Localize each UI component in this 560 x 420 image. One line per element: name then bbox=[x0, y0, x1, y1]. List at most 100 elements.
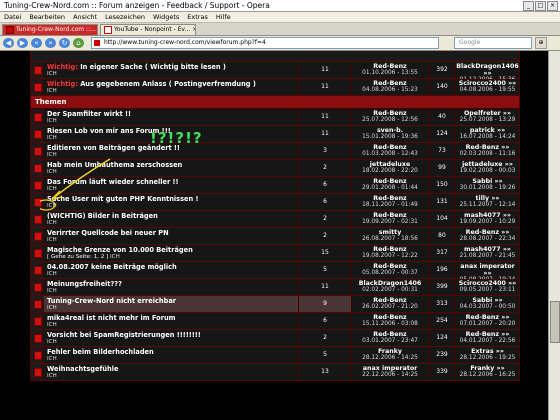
maximize-button[interactable]: □ bbox=[535, 1, 546, 11]
menu-hilfe[interactable]: Hilfe bbox=[216, 12, 231, 22]
topic-author[interactable]: ICH bbox=[47, 288, 57, 294]
topic-title-link[interactable]: Magische Grenze von 10.000 Beiträgen bbox=[47, 246, 193, 254]
poster-name[interactable]: Red-Benz bbox=[352, 246, 428, 253]
last-post-user[interactable]: Scirocco2400 »» bbox=[456, 80, 519, 87]
last-post-user[interactable]: mash4077 »» bbox=[456, 246, 519, 253]
last-post-user-link[interactable]: Scirocco2400 bbox=[459, 80, 506, 87]
topic-title-link[interactable]: Aus gegebenem Anlass ( Postingverfremdun… bbox=[80, 80, 256, 88]
menu-widgets[interactable]: Widgets bbox=[153, 12, 179, 22]
last-post-user[interactable]: mash4077 »» bbox=[456, 212, 519, 219]
poster-name[interactable]: jettadeluxe bbox=[352, 161, 428, 168]
topic-title-link[interactable]: Weihnachtsgefühle bbox=[47, 365, 118, 373]
last-post-user[interactable]: patrick »» bbox=[456, 127, 519, 134]
poster-name[interactable]: Franky bbox=[352, 348, 428, 355]
topic-author[interactable]: ICH bbox=[47, 322, 57, 328]
poster-name[interactable]: Red-Benz bbox=[352, 195, 428, 202]
rewind-icon[interactable]: « bbox=[31, 38, 42, 48]
poster-name[interactable]: anax imperator bbox=[352, 365, 428, 372]
topic-author[interactable]: ICH bbox=[47, 237, 57, 243]
topic-title-link[interactable]: 04.08.2007 keine Beiträge möglich bbox=[47, 263, 177, 271]
last-post-user[interactable]: Opelfreter »» bbox=[456, 110, 519, 117]
last-post-user[interactable]: anax imperator »» bbox=[456, 263, 519, 277]
poster-name[interactable]: Red-Benz bbox=[352, 63, 428, 70]
poster-name[interactable]: sven-b. bbox=[352, 127, 428, 134]
topic-title-link[interactable]: Tuning-Crew-Nord nicht erreichbar bbox=[47, 297, 176, 305]
last-post-user[interactable]: Extras »» bbox=[456, 348, 519, 355]
last-post-user[interactable]: Red-Benz »» bbox=[456, 144, 519, 151]
tab-youtube[interactable]: YouTube - Nonpoint - Ev... × bbox=[100, 24, 196, 35]
last-post-user-link[interactable]: Sabbi bbox=[472, 297, 492, 304]
close-button[interactable]: × bbox=[547, 1, 558, 11]
tab-tuning-crew[interactable]: Tuning-Crew-Nord.com ::... × bbox=[2, 24, 98, 35]
last-post-user-link[interactable]: mash4077 bbox=[464, 212, 501, 219]
address-field[interactable]: http://www.tuning-crew-nord.com/viewforu… bbox=[91, 37, 439, 49]
poster-name[interactable]: Red-Benz bbox=[352, 331, 428, 338]
scrollbar-thumb[interactable] bbox=[550, 301, 560, 343]
topic-title-link[interactable]: Verirrter Quellcode bei neuer PN bbox=[47, 229, 169, 237]
topic-author[interactable]: ICH bbox=[47, 71, 57, 77]
topic-title-link[interactable]: Fehler beim Bilderhochladen bbox=[47, 348, 154, 356]
poster-name[interactable]: BlackDragon1406 bbox=[352, 280, 428, 287]
zoom-icon[interactable]: ⊕ bbox=[535, 37, 547, 49]
last-post-user-link[interactable]: patrick bbox=[470, 127, 495, 134]
topic-author[interactable]: ICH bbox=[47, 118, 57, 124]
last-post-user-link[interactable]: Red-Benz bbox=[466, 331, 499, 338]
last-post-user[interactable]: Sabbi »» bbox=[456, 297, 519, 304]
last-post-user-link[interactable]: Extras bbox=[471, 348, 493, 355]
topic-author[interactable]: ICH bbox=[47, 271, 57, 277]
last-post-user-link[interactable]: Opelfreter bbox=[464, 110, 501, 117]
last-post-user-link[interactable]: Sabbi bbox=[472, 178, 492, 185]
forward-icon[interactable]: ▶ bbox=[17, 38, 28, 48]
menu-bearbeiten[interactable]: Bearbeiten bbox=[29, 12, 65, 22]
topic-author[interactable]: ICH bbox=[47, 305, 57, 311]
last-post-user-link[interactable]: Scirocco2400 bbox=[459, 280, 506, 287]
fast-forward-icon[interactable]: » bbox=[45, 38, 56, 48]
topic-title-link[interactable]: mika4real ist nicht mehr im Forum bbox=[47, 314, 176, 322]
last-post-user[interactable]: Red-Benz »» bbox=[456, 314, 519, 321]
topic-author[interactable]: ICH bbox=[110, 254, 120, 260]
close-tab-icon[interactable]: × bbox=[192, 25, 195, 35]
back-icon[interactable]: ◀ bbox=[3, 38, 14, 48]
last-post-user-link[interactable]: Franky bbox=[470, 365, 494, 372]
last-post-user-link[interactable]: mash4077 bbox=[464, 246, 501, 253]
topic-author[interactable]: ICH bbox=[47, 373, 57, 379]
last-post-user[interactable]: Sabbi »» bbox=[456, 178, 519, 185]
poster-name[interactable]: Red-Benz bbox=[352, 297, 428, 304]
last-post-user-link[interactable]: Red-Benz bbox=[466, 229, 499, 236]
search-input[interactable]: Google bbox=[454, 37, 532, 49]
last-post-user[interactable]: BlackDragon1406 »» bbox=[456, 63, 519, 77]
poster-name[interactable]: Red-Benz bbox=[352, 212, 428, 219]
last-post-user-link[interactable]: BlackDragon1406 bbox=[456, 63, 519, 70]
topic-author[interactable]: ICH bbox=[47, 356, 57, 362]
poster-name[interactable]: Red-Benz bbox=[352, 263, 428, 270]
minimize-button[interactable]: _ bbox=[523, 1, 534, 11]
last-post-user-link[interactable]: Red-Benz bbox=[466, 144, 499, 151]
last-post-user[interactable]: Scirocco2400 »» bbox=[456, 280, 519, 287]
topic-author[interactable]: ICH bbox=[47, 135, 57, 141]
topic-title-link[interactable]: Meinungsfreiheit??? bbox=[47, 280, 122, 288]
last-post-user[interactable]: tilly »» bbox=[456, 195, 519, 202]
topic-title-link[interactable]: Vorsicht bei SpamRegistrierungen !!!!!!!… bbox=[47, 331, 201, 339]
poster-name[interactable]: smitty bbox=[352, 229, 428, 236]
menu-ansicht[interactable]: Ansicht bbox=[73, 12, 97, 22]
last-post-user[interactable]: jettadeluxe »» bbox=[456, 161, 519, 168]
last-post-user-link[interactable]: jettadeluxe bbox=[462, 161, 502, 168]
poster-name[interactable]: Red-Benz bbox=[352, 314, 428, 321]
topic-title-link[interactable]: In eigener Sache ( Wichtig bitte lesen ) bbox=[80, 63, 226, 71]
menu-datei[interactable]: Datei bbox=[4, 12, 21, 22]
last-post-user[interactable]: Red-Benz »» bbox=[456, 331, 519, 338]
poster-name[interactable]: Red-Benz bbox=[352, 80, 428, 87]
reload-icon[interactable]: ↻ bbox=[59, 38, 70, 48]
last-post-user[interactable]: Franky »» bbox=[456, 365, 519, 372]
poster-name[interactable]: Red-Benz bbox=[352, 178, 428, 185]
topic-author[interactable]: ICH bbox=[47, 220, 57, 226]
menu-extras[interactable]: Extras bbox=[187, 12, 208, 22]
poster-name[interactable]: Red-Benz bbox=[352, 110, 428, 117]
topic-author[interactable]: ICH bbox=[47, 88, 57, 94]
topic-pages-link[interactable]: [ Gehe zu Seite: 1, 2 ] bbox=[47, 254, 108, 260]
last-post-user-link[interactable]: Red-Benz bbox=[466, 314, 499, 321]
last-post-user-link[interactable]: anax imperator bbox=[460, 263, 515, 270]
last-post-user-link[interactable]: tilly bbox=[476, 195, 490, 202]
last-post-user[interactable]: Red-Benz »» bbox=[456, 229, 519, 236]
menu-lesezeichen[interactable]: Lesezeichen bbox=[105, 12, 145, 22]
